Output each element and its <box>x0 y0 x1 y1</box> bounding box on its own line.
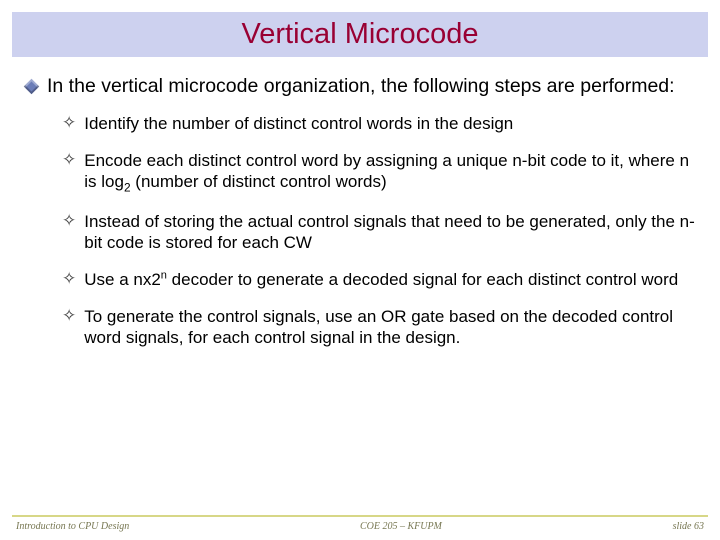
step-item: ✧ Use a nx2n decoder to generate a decod… <box>62 269 696 290</box>
step-item: ✧ Encode each distinct control word by a… <box>62 150 696 195</box>
fleur-bullet-icon: ✧ <box>62 211 76 231</box>
fleur-bullet-icon: ✧ <box>62 306 76 326</box>
step-text: Identify the number of distinct control … <box>84 113 513 134</box>
step-item: ✧ To generate the control signals, use a… <box>62 306 696 348</box>
footer-left: Introduction to CPU Design <box>16 521 129 532</box>
step-item: ✧ Identify the number of distinct contro… <box>62 113 696 134</box>
step-text: Encode each distinct control word by ass… <box>84 150 696 195</box>
footer-center: COE 205 – KFUPM <box>360 521 442 532</box>
content-area: In the vertical microcode organization, … <box>12 75 708 515</box>
step-text: Use a nx2n decoder to generate a decoded… <box>84 269 678 290</box>
intro-item: In the vertical microcode organization, … <box>24 75 696 99</box>
diamond-bullet-icon <box>24 79 40 95</box>
fleur-bullet-icon: ✧ <box>62 150 76 170</box>
fleur-bullet-icon: ✧ <box>62 269 76 289</box>
title-band: Vertical Microcode <box>12 12 708 57</box>
footer-right: slide 63 <box>673 521 704 532</box>
slide: Vertical Microcode In the vertical micro… <box>0 0 720 540</box>
step-text: Instead of storing the actual control si… <box>84 211 696 253</box>
step-text: To generate the control signals, use an … <box>84 306 696 348</box>
step-item: ✧ Instead of storing the actual control … <box>62 211 696 253</box>
slide-title: Vertical Microcode <box>12 18 708 51</box>
footer: Introduction to CPU Design COE 205 – KFU… <box>12 515 708 540</box>
fleur-bullet-icon: ✧ <box>62 113 76 133</box>
intro-text: In the vertical microcode organization, … <box>47 75 675 99</box>
